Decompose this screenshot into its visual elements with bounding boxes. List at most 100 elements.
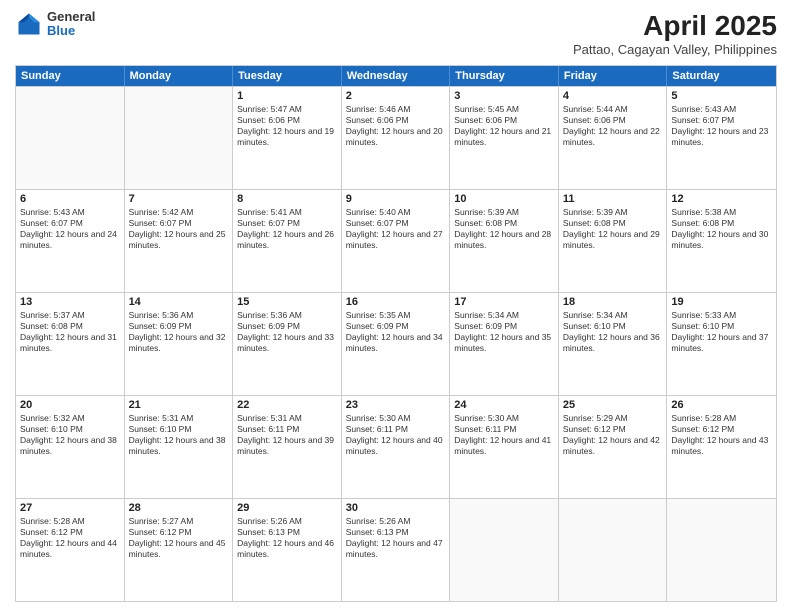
cell-sun-info: Sunrise: 5:30 AM Sunset: 6:11 PM Dayligh…	[454, 413, 554, 457]
calendar-cell: 1Sunrise: 5:47 AM Sunset: 6:06 PM Daylig…	[233, 87, 342, 189]
cell-sun-info: Sunrise: 5:31 AM Sunset: 6:11 PM Dayligh…	[237, 413, 337, 457]
header-day-wednesday: Wednesday	[342, 66, 451, 86]
calendar-cell: 7Sunrise: 5:42 AM Sunset: 6:07 PM Daylig…	[125, 190, 234, 292]
cell-day-number: 15	[237, 296, 337, 308]
calendar-cell: 26 Sunrise: 5:28 AM Sunset: 6:12 PM Dayli…	[667, 396, 776, 498]
logo-blue: Blue	[47, 24, 95, 38]
cell-day-number: 3	[454, 90, 554, 102]
calendar-row-4: 20 Sunrise: 5:32 AM Sunset: 6:10 PM Dayli…	[16, 395, 776, 498]
cell-day-number: 18	[563, 296, 663, 308]
cell-day-number: 7	[129, 193, 229, 205]
logo: General Blue	[15, 10, 95, 39]
cell-sun-info: Sunrise: 5:29 AM Sunset: 6:12 PM Dayligh…	[563, 413, 663, 457]
calendar-cell: 29Sunrise: 5:26 AM Sunset: 6:13 PM Dayli…	[233, 499, 342, 601]
cell-sun-info: Sunrise: 5:28 AM Sunset: 6:12 PM Dayligh…	[671, 413, 772, 457]
page: General Blue April 2025 Pattao, Cagayan …	[0, 0, 792, 612]
header-day-friday: Friday	[559, 66, 668, 86]
cell-day-number: 8	[237, 193, 337, 205]
cell-sun-info: Sunrise: 5:26 AM Sunset: 6:13 PM Dayligh…	[346, 516, 446, 560]
calendar-cell: 5 Sunrise: 5:43 AM Sunset: 6:07 PM Daylig…	[667, 87, 776, 189]
cell-sun-info: Sunrise: 5:41 AM Sunset: 6:07 PM Dayligh…	[237, 207, 337, 251]
cell-sun-info: Sunrise: 5:38 AM Sunset: 6:08 PM Dayligh…	[671, 207, 772, 251]
cell-day-number: 16	[346, 296, 446, 308]
calendar-cell: 3Sunrise: 5:45 AM Sunset: 6:06 PM Daylig…	[450, 87, 559, 189]
cell-sun-info: Sunrise: 5:37 AM Sunset: 6:08 PM Dayligh…	[20, 310, 120, 354]
cell-sun-info: Sunrise: 5:34 AM Sunset: 6:10 PM Dayligh…	[563, 310, 663, 354]
cell-day-number: 28	[129, 502, 229, 514]
cell-day-number: 5	[671, 90, 772, 102]
cell-sun-info: Sunrise: 5:34 AM Sunset: 6:09 PM Dayligh…	[454, 310, 554, 354]
calendar-cell: 21Sunrise: 5:31 AM Sunset: 6:10 PM Dayli…	[125, 396, 234, 498]
calendar-cell: 28 Sunrise: 5:27 AM Sunset: 6:12 PM Dayli…	[125, 499, 234, 601]
calendar: SundayMondayTuesdayWednesdayThursdayFrid…	[15, 65, 777, 602]
cell-sun-info: Sunrise: 5:44 AM Sunset: 6:06 PM Dayligh…	[563, 104, 663, 148]
calendar-cell	[667, 499, 776, 601]
title-block: April 2025 Pattao, Cagayan Valley, Phili…	[573, 10, 777, 57]
header-day-monday: Monday	[125, 66, 234, 86]
month-year: April 2025	[573, 10, 777, 42]
calendar-row-2: 6Sunrise: 5:43 AM Sunset: 6:07 PM Daylig…	[16, 189, 776, 292]
cell-sun-info: Sunrise: 5:27 AM Sunset: 6:12 PM Dayligh…	[129, 516, 229, 560]
calendar-cell: 19 Sunrise: 5:33 AM Sunset: 6:10 PM Dayli…	[667, 293, 776, 395]
cell-sun-info: Sunrise: 5:36 AM Sunset: 6:09 PM Dayligh…	[129, 310, 229, 354]
cell-sun-info: Sunrise: 5:33 AM Sunset: 6:10 PM Dayligh…	[671, 310, 772, 354]
calendar-cell	[450, 499, 559, 601]
header: General Blue April 2025 Pattao, Cagayan …	[15, 10, 777, 57]
calendar-cell: 8 Sunrise: 5:41 AM Sunset: 6:07 PM Daylig…	[233, 190, 342, 292]
calendar-cell: 18 Sunrise: 5:34 AM Sunset: 6:10 PM Dayli…	[559, 293, 668, 395]
calendar-header: SundayMondayTuesdayWednesdayThursdayFrid…	[16, 66, 776, 86]
logo-icon	[15, 10, 43, 38]
cell-day-number: 26	[671, 399, 772, 411]
cell-day-number: 23	[346, 399, 446, 411]
cell-day-number: 1	[237, 90, 337, 102]
cell-sun-info: Sunrise: 5:28 AM Sunset: 6:12 PM Dayligh…	[20, 516, 120, 560]
header-day-tuesday: Tuesday	[233, 66, 342, 86]
cell-day-number: 14	[129, 296, 229, 308]
location: Pattao, Cagayan Valley, Philippines	[573, 42, 777, 57]
cell-day-number: 17	[454, 296, 554, 308]
header-day-saturday: Saturday	[667, 66, 776, 86]
cell-sun-info: Sunrise: 5:39 AM Sunset: 6:08 PM Dayligh…	[454, 207, 554, 251]
cell-day-number: 24	[454, 399, 554, 411]
cell-day-number: 30	[346, 502, 446, 514]
cell-sun-info: Sunrise: 5:39 AM Sunset: 6:08 PM Dayligh…	[563, 207, 663, 251]
cell-sun-info: Sunrise: 5:46 AM Sunset: 6:06 PM Dayligh…	[346, 104, 446, 148]
cell-sun-info: Sunrise: 5:43 AM Sunset: 6:07 PM Dayligh…	[20, 207, 120, 251]
calendar-cell: 30 Sunrise: 5:26 AM Sunset: 6:13 PM Dayli…	[342, 499, 451, 601]
calendar-row-3: 13Sunrise: 5:37 AM Sunset: 6:08 PM Dayli…	[16, 292, 776, 395]
calendar-cell: 17 Sunrise: 5:34 AM Sunset: 6:09 PM Dayli…	[450, 293, 559, 395]
calendar-cell: 16Sunrise: 5:35 AM Sunset: 6:09 PM Dayli…	[342, 293, 451, 395]
calendar-cell: 13Sunrise: 5:37 AM Sunset: 6:08 PM Dayli…	[16, 293, 125, 395]
cell-day-number: 29	[237, 502, 337, 514]
cell-day-number: 20	[20, 399, 120, 411]
calendar-cell: 24 Sunrise: 5:30 AM Sunset: 6:11 PM Dayli…	[450, 396, 559, 498]
cell-sun-info: Sunrise: 5:31 AM Sunset: 6:10 PM Dayligh…	[129, 413, 229, 457]
logo-text: General Blue	[47, 10, 95, 39]
calendar-cell: 10Sunrise: 5:39 AM Sunset: 6:08 PM Dayli…	[450, 190, 559, 292]
cell-sun-info: Sunrise: 5:40 AM Sunset: 6:07 PM Dayligh…	[346, 207, 446, 251]
calendar-cell: 12 Sunrise: 5:38 AM Sunset: 6:08 PM Dayli…	[667, 190, 776, 292]
calendar-cell: 4 Sunrise: 5:44 AM Sunset: 6:06 PM Daylig…	[559, 87, 668, 189]
calendar-cell	[16, 87, 125, 189]
header-day-thursday: Thursday	[450, 66, 559, 86]
calendar-cell: 20 Sunrise: 5:32 AM Sunset: 6:10 PM Dayli…	[16, 396, 125, 498]
header-day-sunday: Sunday	[16, 66, 125, 86]
calendar-cell: 27Sunrise: 5:28 AM Sunset: 6:12 PM Dayli…	[16, 499, 125, 601]
calendar-cell: 23 Sunrise: 5:30 AM Sunset: 6:11 PM Dayli…	[342, 396, 451, 498]
calendar-row-5: 27Sunrise: 5:28 AM Sunset: 6:12 PM Dayli…	[16, 498, 776, 601]
cell-day-number: 2	[346, 90, 446, 102]
calendar-cell	[125, 87, 234, 189]
cell-day-number: 4	[563, 90, 663, 102]
cell-sun-info: Sunrise: 5:30 AM Sunset: 6:11 PM Dayligh…	[346, 413, 446, 457]
cell-day-number: 19	[671, 296, 772, 308]
calendar-row-1: 1Sunrise: 5:47 AM Sunset: 6:06 PM Daylig…	[16, 86, 776, 189]
cell-sun-info: Sunrise: 5:43 AM Sunset: 6:07 PM Dayligh…	[671, 104, 772, 148]
cell-day-number: 11	[563, 193, 663, 205]
calendar-cell: 9 Sunrise: 5:40 AM Sunset: 6:07 PM Daylig…	[342, 190, 451, 292]
cell-sun-info: Sunrise: 5:32 AM Sunset: 6:10 PM Dayligh…	[20, 413, 120, 457]
cell-day-number: 9	[346, 193, 446, 205]
calendar-cell	[559, 499, 668, 601]
calendar-body: 1Sunrise: 5:47 AM Sunset: 6:06 PM Daylig…	[16, 86, 776, 601]
calendar-cell: 22Sunrise: 5:31 AM Sunset: 6:11 PM Dayli…	[233, 396, 342, 498]
cell-day-number: 12	[671, 193, 772, 205]
